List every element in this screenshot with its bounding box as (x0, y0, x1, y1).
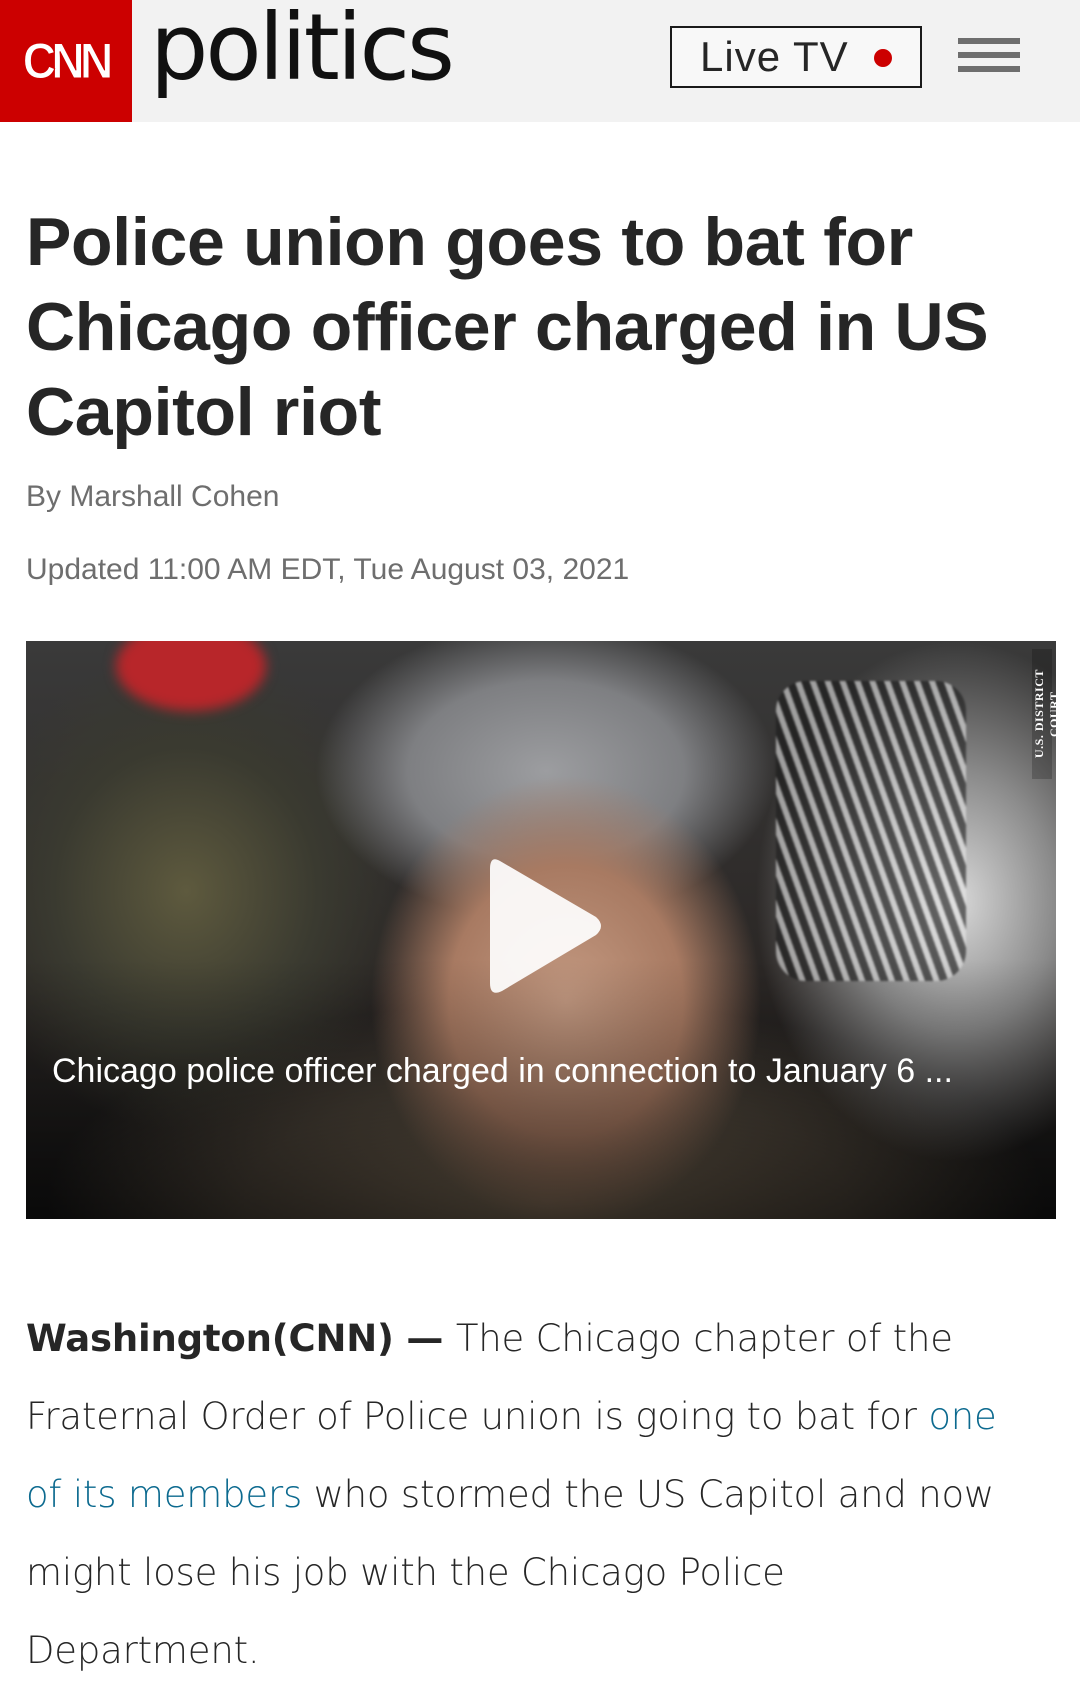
cnn-logo[interactable]: CNN (0, 0, 132, 122)
video-thumbnail-detail (776, 681, 966, 981)
section-title[interactable]: politics (150, 0, 455, 101)
menu-bar (958, 66, 1020, 72)
hamburger-menu-icon[interactable] (958, 38, 1020, 84)
section-title-text: politics (150, 0, 455, 101)
photo-credit: U.S. DISTRICT COURT (1032, 649, 1056, 779)
live-tv-button[interactable]: Live TV (670, 26, 922, 88)
video-caption: Chicago police officer charged in connec… (52, 1052, 953, 1090)
author-link[interactable]: Marshall Cohen (69, 480, 279, 513)
video-player[interactable]: U.S. DISTRICT COURT Chicago police offic… (26, 641, 1056, 1219)
dateline-dash: — (393, 1317, 456, 1360)
site-header: CNN politics Live TV (0, 0, 1080, 122)
menu-bar (958, 38, 1020, 44)
byline-prefix: By (26, 480, 62, 513)
article-headline: Police union goes to bat for Chicago off… (26, 204, 989, 450)
dateline: Washington(CNN) (26, 1317, 394, 1360)
live-indicator-icon (874, 49, 892, 67)
live-tv-label: Live TV (700, 33, 849, 80)
article-paragraph: Washington(CNN) — The Chicago chapter of… (26, 1300, 1026, 1690)
menu-bar (958, 52, 1020, 58)
updated-timestamp: Updated 11:00 AM EDT, Tue August 03, 202… (26, 553, 630, 586)
byline: By Marshall Cohen (26, 480, 279, 514)
play-icon[interactable] (486, 851, 606, 1001)
cnn-logo-text: CNN (23, 33, 114, 90)
video-thumbnail-detail (116, 641, 266, 711)
